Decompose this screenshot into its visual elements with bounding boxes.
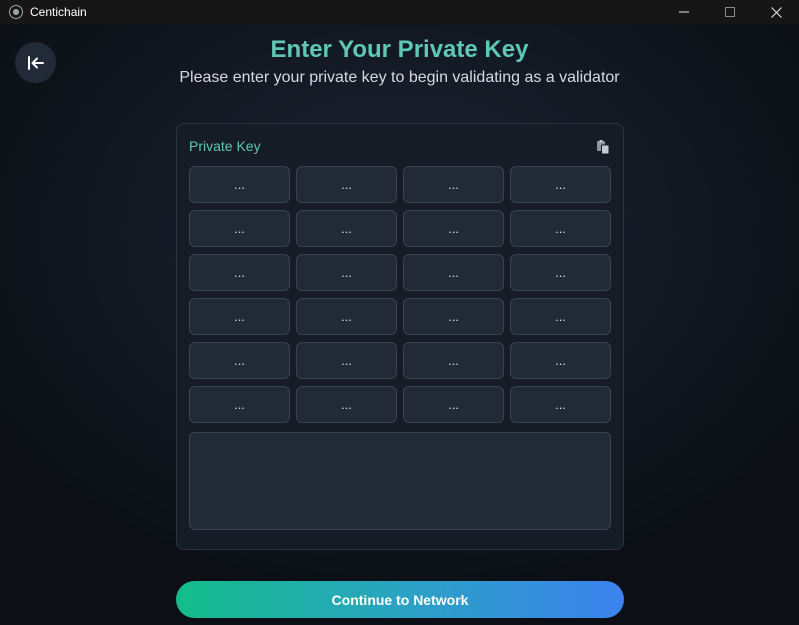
close-icon <box>770 6 782 18</box>
private-key-word-input[interactable] <box>403 254 504 291</box>
private-key-word-input[interactable] <box>510 210 611 247</box>
private-key-textarea[interactable] <box>189 432 611 530</box>
private-key-word-input[interactable] <box>189 298 290 335</box>
private-key-word-input[interactable] <box>296 210 397 247</box>
private-key-word-input[interactable] <box>403 298 504 335</box>
minimize-button[interactable] <box>661 0 707 24</box>
private-key-word-input[interactable] <box>403 342 504 379</box>
title-bar: Centichain <box>0 0 799 24</box>
private-key-word-input[interactable] <box>403 210 504 247</box>
private-key-word-input[interactable] <box>189 254 290 291</box>
window-title: Centichain <box>30 5 87 19</box>
private-key-word-input[interactable] <box>510 298 611 335</box>
window-controls <box>661 0 799 24</box>
continue-to-network-button[interactable]: Continue to Network <box>176 581 624 618</box>
private-key-word-input[interactable] <box>189 210 290 247</box>
minimize-icon <box>679 11 689 13</box>
centichain-logo-icon <box>9 5 23 19</box>
private-key-card: Private Key <box>176 123 624 550</box>
private-key-word-input[interactable] <box>296 298 397 335</box>
private-key-word-input[interactable] <box>510 166 611 203</box>
main-content: Enter Your Private Key Please enter your… <box>0 24 799 625</box>
private-key-word-input[interactable] <box>403 386 504 423</box>
private-key-word-input[interactable] <box>510 386 611 423</box>
maximize-icon <box>725 7 735 17</box>
private-key-word-input[interactable] <box>403 166 504 203</box>
private-key-label: Private Key <box>189 138 261 154</box>
private-key-word-input[interactable] <box>510 254 611 291</box>
page-subtitle: Please enter your private key to begin v… <box>179 69 620 86</box>
private-key-word-input[interactable] <box>189 166 290 203</box>
private-key-word-input[interactable] <box>296 166 397 203</box>
private-key-word-grid <box>189 166 611 423</box>
paste-icon <box>597 140 610 155</box>
private-key-word-input[interactable] <box>189 342 290 379</box>
paste-button[interactable] <box>596 140 610 155</box>
private-key-word-input[interactable] <box>189 386 290 423</box>
page-title: Enter Your Private Key <box>270 36 529 63</box>
close-button[interactable] <box>753 0 799 24</box>
private-key-word-input[interactable] <box>510 342 611 379</box>
private-key-word-input[interactable] <box>296 342 397 379</box>
private-key-word-input[interactable] <box>296 386 397 423</box>
maximize-button[interactable] <box>707 0 753 24</box>
private-key-word-input[interactable] <box>296 254 397 291</box>
